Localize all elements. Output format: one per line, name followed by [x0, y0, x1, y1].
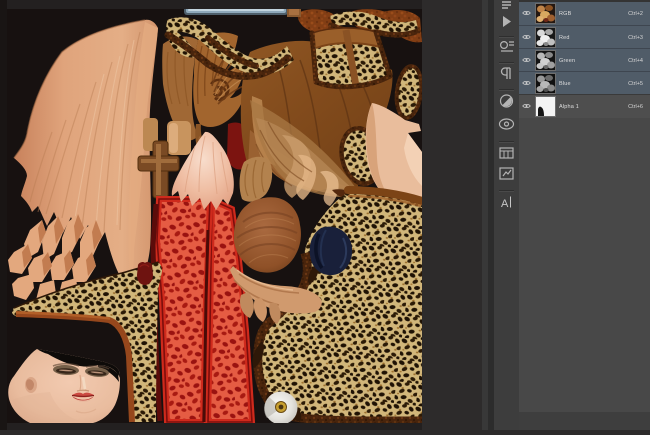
svg-text:A: A: [501, 198, 509, 210]
